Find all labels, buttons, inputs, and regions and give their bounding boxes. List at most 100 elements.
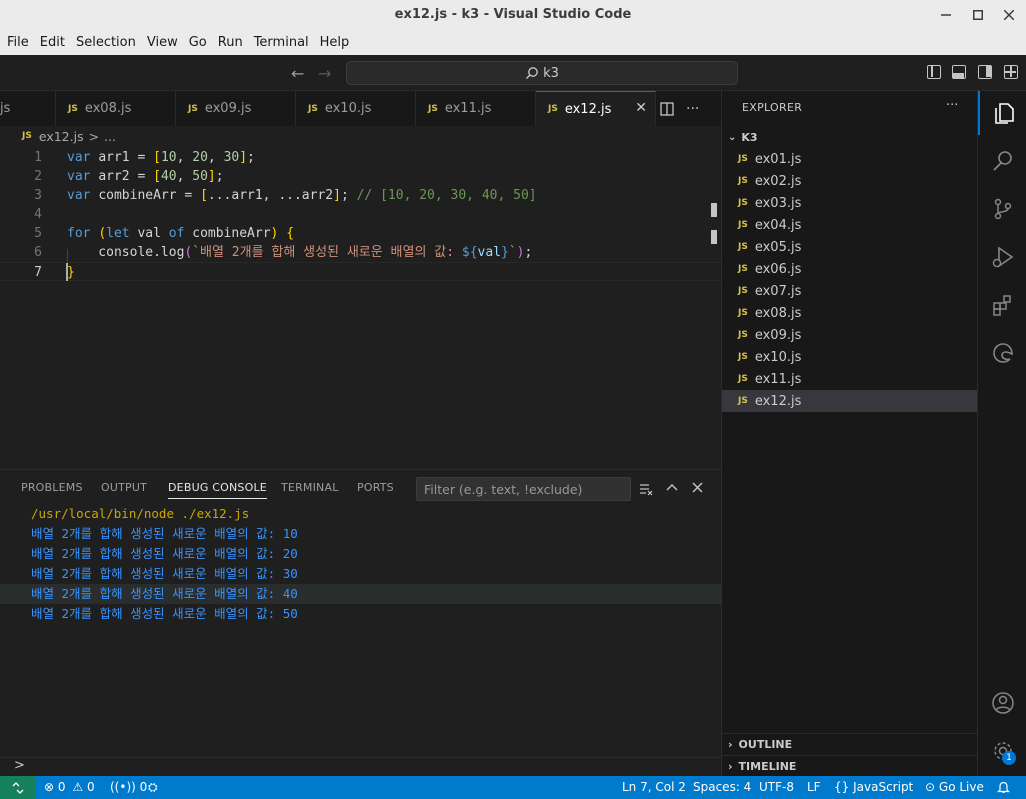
file-item[interactable]: JS ex05.js bbox=[722, 236, 978, 258]
remote-indicator[interactable] bbox=[0, 776, 36, 799]
folder-k3[interactable]: ⌄ K3 bbox=[722, 126, 978, 148]
code-line[interactable]: 7} bbox=[0, 262, 721, 281]
file-item[interactable]: JS ex10.js bbox=[722, 346, 978, 368]
panel-tab-debug-console[interactable]: DEBUG CONSOLE bbox=[168, 481, 267, 499]
split-editor-icon[interactable] bbox=[660, 101, 674, 116]
file-item[interactable]: JS ex06.js bbox=[722, 258, 978, 280]
panel-tab-ports[interactable]: PORTS bbox=[357, 481, 394, 494]
problems-status[interactable]: ⊗ 0 ⚠ 0 bbox=[44, 780, 95, 794]
more-actions-icon[interactable]: ··· bbox=[686, 101, 699, 117]
menu-help[interactable]: Help bbox=[320, 35, 350, 50]
code-line[interactable]: 2 var arr2 = [40, 50]; bbox=[0, 167, 721, 186]
files-icon bbox=[994, 103, 1014, 124]
close-tab-icon[interactable]: ✕ bbox=[635, 100, 647, 116]
customize-layout-icon[interactable] bbox=[1004, 65, 1018, 79]
menu-selection[interactable]: Selection bbox=[76, 35, 136, 50]
extensions-activity[interactable] bbox=[978, 283, 1026, 327]
breadcrumb-file[interactable]: ex12.js bbox=[39, 129, 84, 144]
breadcrumb-symbol[interactable]: ... bbox=[104, 129, 116, 144]
eol-status[interactable]: LF bbox=[807, 780, 821, 794]
edge-devtools-activity[interactable] bbox=[978, 331, 1026, 375]
tab-ex09[interactable]: JS ex09.js bbox=[176, 91, 296, 126]
file-item[interactable]: JS ex12.js bbox=[722, 390, 978, 412]
debug-status[interactable]: ⛭ bbox=[148, 780, 158, 795]
tab-ex08[interactable]: JS ex08.js bbox=[56, 91, 176, 126]
file-item[interactable]: JS ex03.js bbox=[722, 192, 978, 214]
accounts-activity[interactable] bbox=[978, 681, 1026, 725]
panel-tab-output[interactable]: OUTPUT bbox=[101, 481, 147, 494]
command-bar: ← → k3 bbox=[0, 55, 1026, 91]
code-editor[interactable]: 1 var arr1 = [10, 20, 30]; 2 var arr2 = [40… bbox=[0, 146, 721, 468]
back-arrow-icon[interactable]: ← bbox=[291, 64, 304, 83]
file-item[interactable]: JS ex09.js bbox=[722, 324, 978, 346]
file-item[interactable]: JS ex07.js bbox=[722, 280, 978, 302]
toggle-panel-icon[interactable] bbox=[952, 65, 966, 79]
manage-activity[interactable]: 1 bbox=[978, 729, 1026, 773]
search-activity[interactable] bbox=[978, 139, 1026, 183]
filter-input[interactable]: Filter (e.g. text, !exclude) bbox=[416, 477, 631, 501]
menu-edit[interactable]: Edit bbox=[40, 35, 65, 50]
code-line[interactable]: 1 var arr1 = [10, 20, 30]; bbox=[0, 148, 721, 167]
code-text: } bbox=[67, 263, 75, 282]
javascript-file-icon: JS bbox=[738, 154, 748, 164]
maximize-button[interactable] bbox=[967, 4, 989, 26]
code-line[interactable]: 4 bbox=[0, 205, 721, 224]
menu-file[interactable]: File bbox=[7, 35, 29, 50]
clear-console-icon[interactable] bbox=[639, 482, 653, 496]
maximize-panel-icon[interactable] bbox=[666, 482, 678, 494]
code-token: } bbox=[67, 265, 75, 280]
code-line[interactable]: 3 var combineArr = [...arr1, ...arr2]; //… bbox=[0, 186, 721, 205]
cursor-position-status[interactable]: Ln 7, Col 2 bbox=[622, 780, 686, 794]
file-item[interactable]: JS ex08.js bbox=[722, 302, 978, 324]
scrollbar-marker bbox=[711, 203, 717, 217]
close-panel-icon[interactable] bbox=[692, 482, 703, 493]
tab-ex10[interactable]: JS ex10.js bbox=[296, 91, 416, 126]
code-token: 20 bbox=[192, 150, 208, 165]
code-token: ; bbox=[215, 169, 224, 184]
code-token: 10 bbox=[160, 150, 177, 165]
file-item[interactable]: JS ex02.js bbox=[722, 170, 978, 192]
title-bar: ex12.js - k3 - Visual Studio Code bbox=[0, 0, 1026, 30]
panel-tab-terminal[interactable]: TERMINAL bbox=[281, 481, 339, 494]
language-status[interactable]: {} JavaScript bbox=[834, 780, 913, 794]
run-debug-activity[interactable] bbox=[978, 235, 1026, 279]
indentation-status[interactable]: Spaces: 4 bbox=[693, 780, 751, 794]
code-line[interactable]: 6 console.log(`배열 2개를 합해 생성된 새로운 배열의 값: … bbox=[0, 243, 721, 262]
toggle-primary-sidebar-icon[interactable] bbox=[927, 65, 941, 79]
explorer-more-icon[interactable]: ··· bbox=[946, 98, 958, 113]
ports-status[interactable]: ((•)) 0 bbox=[110, 780, 147, 794]
section-label: OUTLINE bbox=[738, 738, 793, 751]
go-live-status[interactable]: ⊙ Go Live bbox=[925, 780, 984, 794]
tab-ex12[interactable]: JS ex12.js ✕ bbox=[536, 91, 656, 126]
file-item[interactable]: JS ex11.js bbox=[722, 368, 978, 390]
menu-run[interactable]: Run bbox=[218, 35, 243, 50]
source-control-activity[interactable] bbox=[978, 187, 1026, 231]
file-item[interactable]: JS ex01.js bbox=[722, 148, 978, 170]
forward-arrow-icon[interactable]: → bbox=[318, 64, 331, 83]
remote-icon bbox=[12, 781, 24, 794]
tab-ex11[interactable]: JS ex11.js bbox=[416, 91, 536, 126]
minimize-button[interactable] bbox=[935, 4, 957, 26]
status-bar: ⊗ 0 ⚠ 0 ((•)) 0 ⛭ Ln 7, Col 2 Spaces: 4 … bbox=[0, 776, 1026, 799]
panel-tab-problems[interactable]: PROBLEMS bbox=[21, 481, 83, 494]
code-line[interactable]: 5 for (let val of combineArr) { bbox=[0, 224, 721, 243]
close-window-button[interactable] bbox=[998, 4, 1020, 26]
menu-terminal[interactable]: Terminal bbox=[254, 35, 309, 50]
tab-partial[interactable]: js bbox=[0, 91, 56, 126]
toggle-secondary-sidebar-icon[interactable] bbox=[978, 65, 992, 79]
language-label: JavaScript bbox=[853, 780, 914, 794]
activity-bar: 1 bbox=[977, 91, 1026, 776]
explorer-activity[interactable] bbox=[978, 91, 1026, 135]
debug-console-input[interactable]: > bbox=[0, 757, 721, 776]
encoding-status[interactable]: UTF-8 bbox=[759, 780, 794, 794]
notifications-status[interactable] bbox=[997, 780, 1010, 796]
code-token: 50 bbox=[192, 169, 208, 184]
command-center-search[interactable]: k3 bbox=[346, 61, 738, 85]
file-item[interactable]: JS ex04.js bbox=[722, 214, 978, 236]
timeline-section[interactable]: › TIMELINE bbox=[722, 755, 978, 777]
outline-section[interactable]: › OUTLINE bbox=[722, 733, 978, 755]
javascript-file-icon: JS bbox=[738, 176, 748, 186]
menu-go[interactable]: Go bbox=[189, 35, 207, 50]
account-icon bbox=[991, 692, 1014, 714]
menu-view[interactable]: View bbox=[147, 35, 178, 50]
